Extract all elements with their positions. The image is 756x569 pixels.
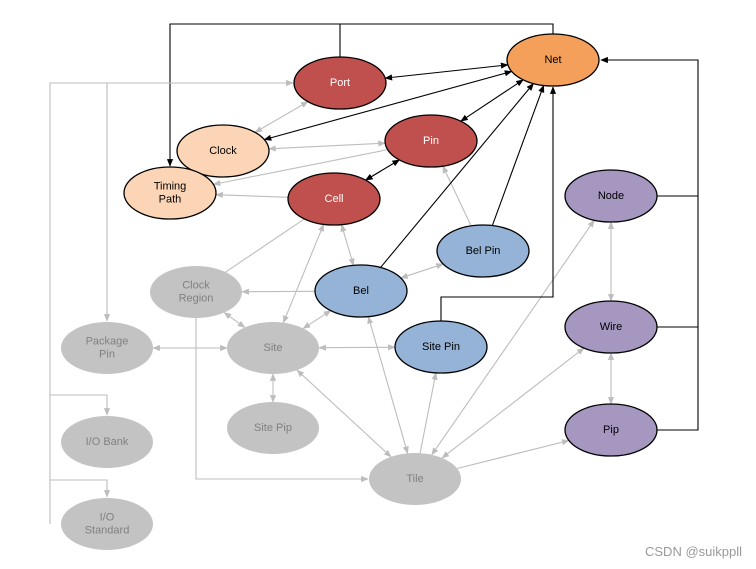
node-tile[interactable]: Tile (369, 453, 461, 505)
edge-site-cell (282, 223, 325, 324)
edge-bus-iobank (50, 394, 111, 416)
edge-port-clock (254, 101, 309, 133)
edge-clkreg-cell (225, 218, 305, 273)
node-label: Site Pip (254, 422, 292, 434)
node-label: Site Pin (422, 341, 460, 353)
node-label: Tile (406, 473, 423, 485)
node-label: Clock Region (179, 279, 214, 304)
node-label: Site (264, 342, 283, 354)
node-label: Bel Pin (466, 245, 501, 257)
node-iobank[interactable]: I/O Bank (61, 416, 153, 468)
edge-belpin-net (491, 84, 545, 226)
edge-bel-belpin (400, 263, 444, 279)
node-pin[interactable]: Pin (384, 114, 478, 168)
node-wire[interactable]: Wire (564, 300, 658, 354)
node-label: Pin (423, 135, 439, 147)
node-sitepip[interactable]: Site Pip (227, 402, 319, 454)
edge-port-net (384, 62, 509, 81)
edge-clkreg-site (223, 312, 246, 328)
watermark: CSDN @suikppll (645, 544, 742, 559)
node-bel[interactable]: Bel (314, 264, 408, 318)
node-belpin[interactable]: Bel Pin (436, 224, 530, 278)
node-label: Wire (600, 321, 623, 333)
node-cell[interactable]: Cell (287, 172, 381, 226)
node-sitepin[interactable]: Site Pin (394, 320, 488, 374)
diagram: Net Port Clock Pin Timing Path Cell Node Bel Pin… (0, 0, 756, 569)
node-label: I/O Bank (86, 436, 129, 448)
node-timing[interactable]: Timing Path (123, 166, 217, 220)
entity-relationship-diagram: Net Port Clock Pin Timing Path Cell Node Bel Pin… (49, 23, 699, 550)
node-label: Pip (603, 424, 619, 436)
edge-cell-pin (364, 159, 401, 181)
node-label: Cell (325, 193, 344, 205)
edge-tile-sitepin (419, 372, 438, 454)
node-iostd[interactable]: I/O Standard (61, 498, 153, 550)
node-label: Node (598, 190, 624, 202)
node-label: Clock (209, 145, 237, 157)
edge-tile-pip (456, 439, 570, 470)
node-node[interactable]: Node (564, 169, 658, 223)
edge-bel-cell (340, 223, 355, 267)
node-label: Port (330, 77, 350, 89)
edge-bel-site (302, 310, 332, 329)
node-pip[interactable]: Pip (564, 403, 658, 457)
edge-cell-timing (215, 191, 289, 199)
node-label: Net (544, 54, 561, 66)
node-port[interactable]: Port (293, 56, 387, 110)
edge-bus-iostd (50, 479, 111, 498)
edge-pin-net (460, 79, 524, 122)
node-pkgpin[interactable]: Package Pin (61, 322, 153, 374)
node-label: Bel (353, 285, 369, 297)
edge-routing-net (601, 60, 699, 431)
node-net[interactable]: Net (506, 33, 600, 87)
edge-clock-pin (268, 140, 386, 152)
node-site[interactable]: Site (227, 322, 319, 374)
node-clkreg[interactable]: Clock Region (150, 266, 242, 318)
